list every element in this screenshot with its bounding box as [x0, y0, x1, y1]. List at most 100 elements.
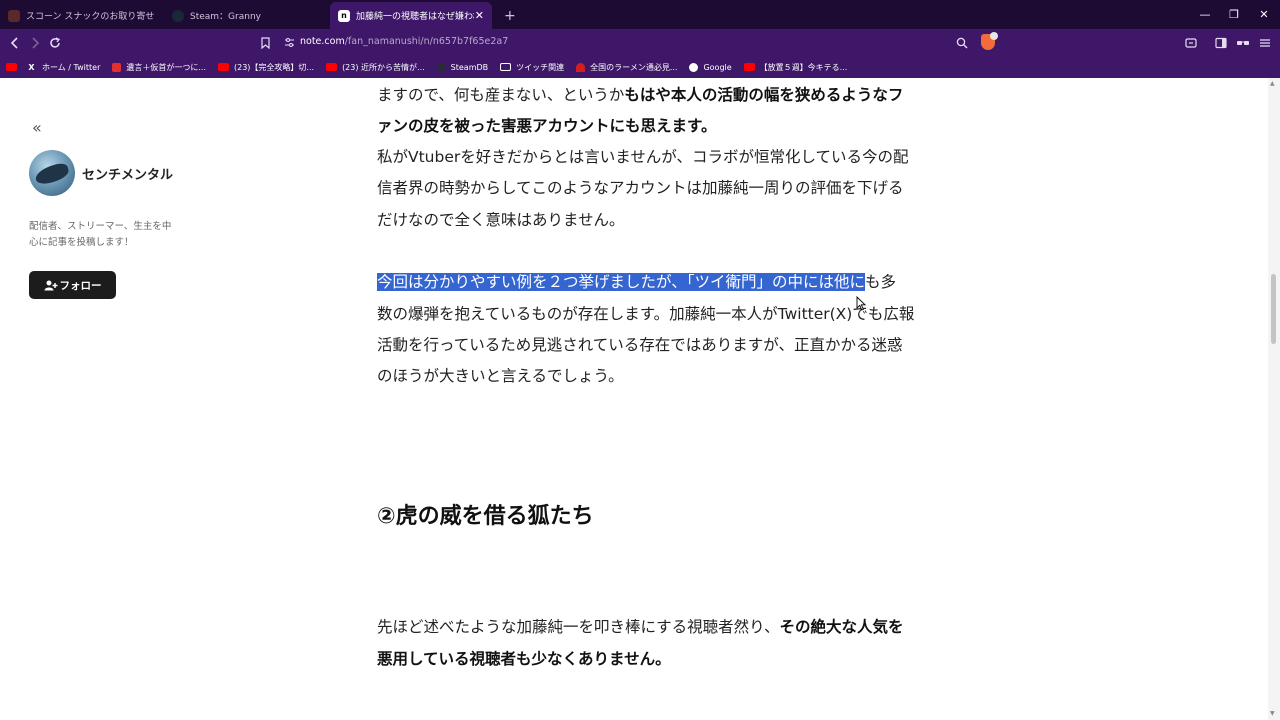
bookmark-steamdb[interactable]: SteamDB: [436, 62, 489, 72]
bold-text-run: ァンの皮を被った害悪アカウントにも思えます。: [377, 117, 717, 135]
sidebar-toggle-button[interactable]: [1212, 34, 1230, 52]
maximize-button[interactable]: ❐: [1219, 0, 1249, 29]
scroll-up-icon[interactable]: ▲: [1270, 80, 1275, 87]
collapse-sidebar-icon[interactable]: «: [32, 118, 42, 137]
bio-line: 心に記事を投稿します！: [29, 237, 134, 248]
tab-title: Steam：Granny: [190, 12, 261, 22]
bookmark-twitter[interactable]: X ホーム / Twitter: [26, 62, 100, 73]
author-bio: 配信者、ストリーマー、生主を中 心に記事を投稿します！: [29, 219, 189, 251]
url-path: /fan_namanushi/n/n657b7f65e2a7: [344, 36, 509, 47]
site-icon: [112, 62, 122, 72]
bold-text-run: 悪用している視聴者も少なくありません。: [377, 650, 671, 668]
bookmarks-bar: X ホーム / Twitter 遺言＋仮首が一つに... (23)【完全攻略】切.…: [0, 56, 1280, 78]
text-run: ますので、何も産まない、というか: [377, 86, 625, 104]
text-run: 先ほど述べたような加藤純一を叩き棒にする視聴者然り、: [377, 618, 780, 636]
menu-icon: [1260, 39, 1270, 47]
extensions-button[interactable]: [1182, 34, 1200, 52]
extensions-icon: [1185, 38, 1197, 48]
bookmark-page-button[interactable]: [256, 34, 274, 52]
bookmark-label: (23) 近所から苦情が...: [342, 62, 425, 72]
url-field[interactable]: note.com/fan_namanushi/n/n657b7f65e2a7: [300, 36, 508, 47]
tab-strip: スコーン スナックのお取り寄せ | 公式通販 Steam：Granny n 加藤…: [0, 0, 1280, 29]
scroll-down-icon[interactable]: ▼: [1270, 710, 1275, 717]
reload-button[interactable]: [46, 34, 64, 52]
bookmark-label: 【放置５週】今キテる...: [759, 62, 848, 72]
bookmark-label: SteamDB: [450, 62, 489, 72]
note-icon: n: [338, 9, 350, 22]
x-icon: X: [28, 62, 35, 72]
wallet-button[interactable]: [1234, 34, 1252, 52]
author-name[interactable]: センチメンタル: [82, 164, 173, 183]
bookmark-folder[interactable]: ツイッチ関連: [500, 62, 564, 73]
zoom-button[interactable]: [953, 34, 971, 52]
bookmark-label: ツイッチ関連: [516, 62, 565, 72]
scrollbar-thumb[interactable]: [1271, 274, 1276, 344]
add-person-icon: [44, 280, 57, 290]
paragraph-line: 私がVtuberを好きだからとは言いませんが、コラボが恒常化している今の配: [377, 148, 909, 166]
shields-count-badge: [990, 32, 998, 40]
close-tab-icon[interactable]: ✕: [475, 9, 484, 22]
forward-button[interactable]: [26, 34, 44, 52]
zoom-icon: [956, 37, 968, 49]
toolbar: note.com/fan_namanushi/n/n657b7f65e2a7: [0, 29, 1280, 56]
paragraph-line: 活動を行っているため見逃されている存在ではありますが、正直かかる迷惑: [377, 336, 903, 354]
selected-text: 今回は分かりやすい例を２つ挙げましたが、「ツイ衛門」の中には他に: [377, 273, 865, 291]
paragraph-line: のほうが大きいと言えるでしょう。: [377, 367, 624, 385]
follow-button[interactable]: フォロー: [29, 271, 116, 299]
follow-label: フォロー: [59, 279, 102, 292]
steam-icon: [172, 9, 184, 22]
minimize-button[interactable]: —: [1190, 0, 1220, 29]
bookmark-label: Google: [703, 62, 732, 72]
new-tab-button[interactable]: +: [492, 2, 528, 29]
tab-title: スコーン スナックのお取り寄せ | 公式通販: [26, 12, 156, 22]
bookmark-item[interactable]: 遺言＋仮首が一つに...: [112, 62, 206, 73]
google-icon: [689, 62, 699, 72]
youtube-icon: [6, 63, 17, 71]
mouse-cursor-icon: [856, 296, 866, 311]
text-run: も多: [864, 273, 896, 291]
tab-scone[interactable]: スコーン スナックのお取り寄せ | 公式通販: [0, 2, 164, 29]
bookmark-label: ホーム / Twitter: [42, 62, 101, 72]
tab-steam[interactable]: Steam：Granny: [164, 2, 328, 29]
avatar[interactable]: [29, 150, 75, 196]
paragraph-line: ァンの皮を被った害悪アカウントにも思えます。: [377, 111, 897, 143]
tab-title: 加藤純一の視聴者はなぜ嫌われて: [356, 12, 474, 22]
bookmark-item[interactable]: 全国のラーメン通必見...: [576, 62, 677, 73]
paragraph-line: 信者界の時勢からしてこのようなアカウントは加藤純一周りの評価を下げる: [377, 179, 904, 197]
whale-image: [33, 161, 71, 187]
paragraph-line: 今回は分かりやすい例を２つ挙げましたが、「ツイ衛門」の中には他にも多: [377, 267, 897, 299]
bookmark-item[interactable]: (23)【完全攻略】切...: [218, 62, 314, 73]
tab-favicon-icon: [8, 9, 20, 22]
bio-line: 配信者、ストリーマー、生主を中: [29, 221, 172, 232]
paragraph-line: だけなので全く意味はありません。: [377, 211, 625, 229]
paragraph-line: ますので、何も産まない、というかもはや本人の活動の幅を狭めるようなフ: [377, 80, 903, 112]
folder-icon: [500, 63, 512, 71]
site-settings-icon[interactable]: [285, 38, 294, 47]
bold-text-run: その絶大な人気を: [779, 618, 904, 636]
bookmark-google[interactable]: Google: [689, 62, 732, 72]
back-button[interactable]: [6, 34, 24, 52]
forward-arrow-icon: [32, 37, 40, 49]
tab-note-article[interactable]: n 加藤純一の視聴者はなぜ嫌われて ✕: [330, 2, 492, 29]
url-host: note.com: [300, 36, 345, 47]
paragraph-line: 悪用している視聴者も少なくありません。: [377, 644, 897, 676]
paragraph-line: 先ほど述べたような加藤純一を叩き棒にする視聴者然り、その絶大な人気を: [377, 612, 904, 644]
back-arrow-icon: [10, 37, 18, 49]
page-content: « センチメンタル 配信者、ストリーマー、生主を中 心に記事を投稿します！ フォ…: [0, 78, 1280, 720]
menu-button[interactable]: [1256, 34, 1274, 52]
reload-icon: [50, 37, 61, 48]
paragraph-line: 数の爆弾を抱えているものが存在します。加藤純一本人がTwitter(X)でも広報: [377, 305, 915, 323]
bold-text-run: もはや本人の活動の幅を狭めるようなフ: [624, 86, 904, 104]
bookmark-item[interactable]: 【放置５週】今キテる...: [743, 62, 848, 73]
youtube-icon: [326, 63, 338, 71]
glasses-icon: [1237, 41, 1249, 45]
ramen-icon: [576, 62, 586, 72]
bookmark-label: 全国のラーメン通必見...: [590, 62, 678, 72]
youtube-icon: [743, 63, 755, 71]
page-scrollbar[interactable]: ▲ ▼: [1268, 78, 1280, 720]
sidebar-icon: [1215, 37, 1227, 49]
bookmark-item[interactable]: (23) 近所から苦情が...: [326, 62, 425, 73]
bookmark-label: (23)【完全攻略】切...: [234, 62, 315, 72]
bookmark-youtube[interactable]: [6, 63, 17, 71]
close-window-button[interactable]: ✕: [1249, 0, 1279, 29]
